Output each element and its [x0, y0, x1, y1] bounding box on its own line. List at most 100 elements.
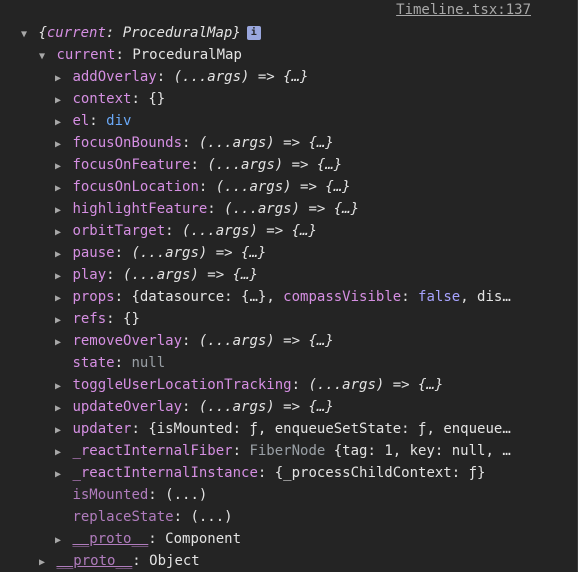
- object-summary-row[interactable]: ▼ {current: ProceduralMap} i: [0, 22, 578, 44]
- property-key: addOverlay: [72, 69, 157, 85]
- collapse-triangle-icon[interactable]: ▶: [52, 68, 64, 88]
- property-key: updateOverlay: [72, 399, 183, 415]
- property-value: (...args) => {…}: [198, 399, 334, 415]
- expand-triangle-icon[interactable]: ▼: [36, 46, 48, 66]
- property-key: focusOnFeature: [72, 157, 191, 173]
- property-key: context: [72, 91, 132, 107]
- property-sep: :: [115, 47, 133, 63]
- tree-row-props[interactable]: ▶ props: {datasource: {…}, compassVisibl…: [0, 286, 578, 308]
- property-key: removeOverlay: [72, 333, 183, 349]
- property-value: (...args) => {…}: [198, 333, 334, 349]
- tree-row-reactInternalInstance[interactable]: ▶ _reactInternalInstance: {_processChild…: [0, 462, 578, 484]
- info-icon[interactable]: i: [246, 26, 261, 40]
- property-value: (...args) => {…}: [123, 267, 258, 283]
- property-key: refs: [72, 311, 107, 327]
- collapse-triangle-icon[interactable]: ▶: [52, 222, 64, 242]
- property-value: Object: [149, 553, 200, 569]
- property-key: replaceState: [72, 509, 174, 525]
- tree-row-isMounted[interactable]: isMounted: (...): [0, 484, 578, 506]
- property-value: {isMounted: ƒ, enqueueSetState: ƒ, enque…: [148, 421, 511, 437]
- tree-row-toggleUserLocationTracking[interactable]: ▶ toggleUserLocationTracking: (...args) …: [0, 374, 578, 396]
- property-key: highlightFeature: [72, 201, 208, 217]
- collapse-triangle-icon[interactable]: ▶: [52, 200, 64, 220]
- nested-sep: :: [401, 289, 419, 305]
- property-value: (...args) => {…}: [173, 69, 309, 85]
- property-value: (...args) => {…}: [182, 223, 317, 239]
- property-key: focusOnLocation: [72, 179, 199, 195]
- tree-row-addOverlay[interactable]: ▶ addOverlay: (...args) => {…}: [0, 66, 578, 88]
- property-value: (...args) => {…}: [215, 179, 351, 195]
- property-key: _reactInternalFiber: [72, 443, 233, 459]
- collapse-triangle-icon[interactable]: ▶: [52, 112, 64, 132]
- tree-row-replaceState[interactable]: replaceState: (...): [0, 506, 578, 528]
- property-value: {}: [123, 311, 140, 327]
- collapse-triangle-icon[interactable]: ▶: [52, 376, 64, 396]
- collapse-triangle-icon[interactable]: ▶: [52, 244, 64, 264]
- tree-row-updater[interactable]: ▶ updater: {isMounted: ƒ, enqueueSetStat…: [0, 418, 578, 440]
- property-value: ProceduralMap: [132, 47, 242, 63]
- property-key: state: [72, 355, 115, 371]
- collapse-triangle-icon[interactable]: ▶: [52, 464, 64, 484]
- collapse-triangle-icon[interactable]: ▶: [52, 178, 64, 198]
- tree-row-context[interactable]: ▶ context: {}: [0, 88, 578, 110]
- property-value: {}: [148, 91, 166, 107]
- collapse-triangle-icon[interactable]: ▶: [52, 332, 64, 352]
- source-link[interactable]: Timeline.tsx:137: [396, 2, 531, 18]
- collapse-triangle-icon[interactable]: ▶: [52, 398, 64, 418]
- tree-row-pause[interactable]: ▶ pause: (...args) => {…}: [0, 242, 578, 264]
- property-key: toggleUserLocationTracking: [72, 377, 292, 393]
- collapse-triangle-icon[interactable]: ▶: [36, 552, 48, 572]
- property-key: __proto__: [72, 531, 149, 547]
- property-type: FiberNode: [249, 443, 326, 459]
- property-key: props: [72, 289, 115, 305]
- collapse-triangle-icon[interactable]: ▶: [52, 134, 64, 154]
- property-key: __proto__: [56, 553, 133, 569]
- collapse-triangle-icon[interactable]: ▶: [52, 420, 64, 440]
- collapse-triangle-icon[interactable]: ▶: [52, 442, 64, 462]
- tree-row-reactInternalFiber[interactable]: ▶ _reactInternalFiber: FiberNode {tag: 1…: [0, 440, 578, 462]
- collapse-triangle-icon[interactable]: ▶: [52, 310, 64, 330]
- collapse-triangle-icon[interactable]: ▶: [52, 530, 64, 550]
- property-key: isMounted: [72, 487, 149, 503]
- property-key: focusOnBounds: [72, 135, 183, 151]
- tree-row-removeOverlay[interactable]: ▶ removeOverlay: (...args) => {…}: [0, 330, 578, 352]
- tree-row-proto-object[interactable]: ▶ __proto__: Object: [0, 550, 578, 572]
- property-value: Component: [165, 531, 242, 547]
- summary-value: ProceduralMap: [122, 25, 233, 41]
- property-value: (...args) => {…}: [131, 245, 267, 261]
- expand-triangle-icon[interactable]: ▼: [18, 24, 30, 44]
- summary-sep: :: [105, 25, 123, 41]
- tree-row-focusOnLocation[interactable]: ▶ focusOnLocation: (...args) => {…}: [0, 176, 578, 198]
- property-key: play: [72, 267, 107, 283]
- property-key: _reactInternalInstance: [72, 465, 258, 481]
- collapse-triangle-icon[interactable]: ▶: [52, 156, 64, 176]
- tree-row-current[interactable]: ▼ current: ProceduralMap: [0, 44, 578, 66]
- collapse-triangle-icon[interactable]: ▶: [52, 288, 64, 308]
- property-value: {_processChildContext: ƒ}: [274, 465, 486, 481]
- tree-row-focusOnFeature[interactable]: ▶ focusOnFeature: (...args) => {…}: [0, 154, 578, 176]
- collapse-triangle-icon[interactable]: ▶: [52, 266, 64, 286]
- tree-row-focusOnBounds[interactable]: ▶ focusOnBounds: (...args) => {…}: [0, 132, 578, 154]
- property-value-tail: , dis…: [460, 289, 511, 305]
- tree-row-el[interactable]: ▶ el: div: [0, 110, 578, 132]
- tree-row-updateOverlay[interactable]: ▶ updateOverlay: (...args) => {…}: [0, 396, 578, 418]
- summary-key: current: [46, 25, 106, 41]
- tree-row-proto-component[interactable]: ▶ __proto__: Component: [0, 528, 578, 550]
- tree-row-state: state: null: [72, 355, 166, 371]
- boolean-value: false: [418, 289, 461, 305]
- tree-row-refs[interactable]: ▶ refs: {}: [0, 308, 578, 330]
- property-value: (...args) => {…}: [308, 377, 444, 393]
- property-value: div: [106, 113, 132, 129]
- tree-row-play[interactable]: ▶ play: (...args) => {…}: [0, 264, 578, 286]
- collapse-triangle-icon[interactable]: ▶: [52, 90, 64, 110]
- summary-open-brace: {: [38, 25, 47, 41]
- property-value: (...args) => {…}: [224, 201, 360, 217]
- getter-value[interactable]: (...): [190, 509, 232, 525]
- property-value-part: {datasource: {…},: [131, 289, 284, 305]
- summary-close-brace: }: [232, 25, 241, 41]
- getter-value[interactable]: (...): [165, 487, 207, 503]
- property-key: el: [72, 113, 90, 129]
- tree-row-highlightFeature[interactable]: ▶ highlightFeature: (...args) => {…}: [0, 198, 578, 220]
- property-key: orbitTarget: [72, 223, 166, 239]
- tree-row-orbitTarget[interactable]: ▶ orbitTarget: (...args) => {…}: [0, 220, 578, 242]
